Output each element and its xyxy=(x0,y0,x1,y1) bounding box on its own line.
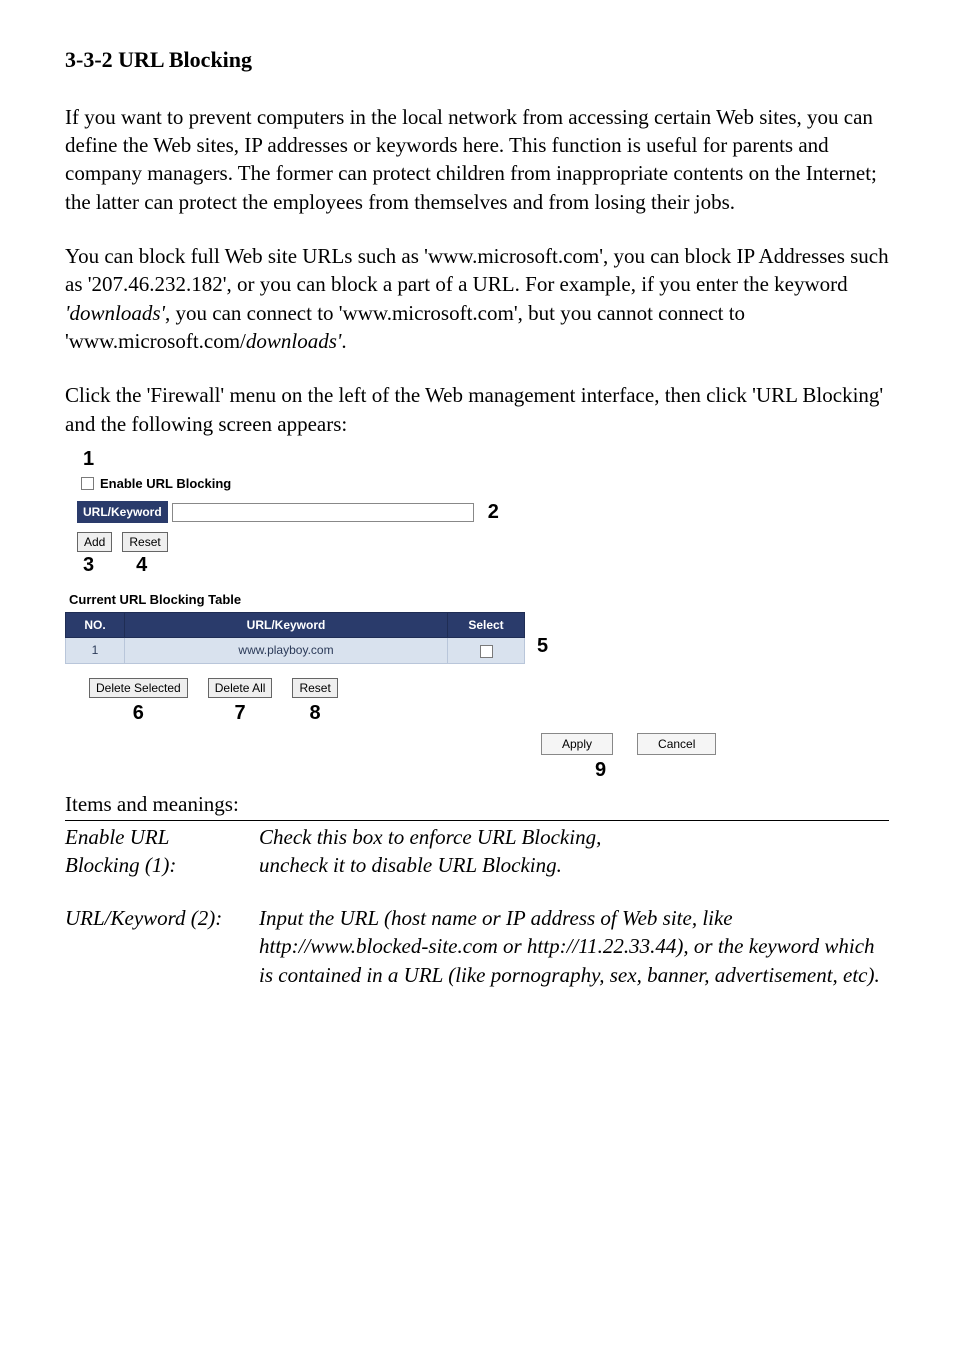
delete-selected-button[interactable]: Delete Selected xyxy=(89,678,188,698)
p2-a: You can block full Web site URLs such as… xyxy=(65,244,889,296)
p2-b: 'downloads' xyxy=(65,301,165,325)
def2-desc: Input the URL (host name or IP address o… xyxy=(259,904,889,989)
col-select: Select xyxy=(448,613,525,638)
col-url-keyword: URL/Keyword xyxy=(125,613,448,638)
p2-d: downloads' xyxy=(246,329,342,353)
table-title: Current URL Blocking Table xyxy=(65,591,745,609)
url-keyword-label: URL/Keyword xyxy=(77,501,168,523)
marker-4: 4 xyxy=(136,552,147,579)
intro-paragraph-1: If you want to prevent computers in the … xyxy=(65,103,889,216)
marker-1: 1 xyxy=(83,446,94,473)
marker-8: 8 xyxy=(310,700,321,727)
cancel-button[interactable]: Cancel xyxy=(637,733,716,755)
def2-term: URL/Keyword (2): xyxy=(65,904,259,989)
marker-6: 6 xyxy=(133,700,144,727)
items-heading: Items and meanings: xyxy=(65,790,889,821)
section-heading: 3-3-2 URL Blocking xyxy=(65,45,889,75)
cell-select xyxy=(448,638,525,663)
marker-2: 2 xyxy=(488,499,499,526)
marker-9: 9 xyxy=(595,757,606,784)
marker-7: 7 xyxy=(235,700,246,727)
table-row: 1 www.playboy.com xyxy=(66,638,525,663)
p2-c: , you can connect to 'www.microsoft.com'… xyxy=(65,301,745,353)
reset2-button[interactable]: Reset xyxy=(292,678,337,698)
intro-paragraph-2: You can block full Web site URLs such as… xyxy=(65,242,889,355)
cell-kw: www.playboy.com xyxy=(125,638,448,663)
definitions: Enable URL Blocking (1): Check this box … xyxy=(65,823,889,989)
row-select-checkbox[interactable] xyxy=(480,645,493,658)
enable-url-blocking-label: Enable URL Blocking xyxy=(100,475,231,493)
marker-5: 5 xyxy=(537,633,548,660)
url-blocking-table: NO. URL/Keyword Select 1 www.playboy.com xyxy=(65,612,525,663)
cell-no: 1 xyxy=(66,638,125,663)
apply-button[interactable]: Apply xyxy=(541,733,613,755)
url-blocking-ui: 1 Enable URL Blocking URL/Keyword 2 Add … xyxy=(65,446,745,784)
p2-e: . xyxy=(341,329,346,353)
delete-all-button[interactable]: Delete All xyxy=(208,678,273,698)
enable-url-blocking-checkbox[interactable] xyxy=(81,477,94,490)
marker-3: 3 xyxy=(83,552,94,579)
def1-term-a: Enable URL xyxy=(65,823,259,851)
add-button[interactable]: Add xyxy=(77,532,112,552)
def1-term-b: Blocking (1): xyxy=(65,851,259,879)
def1-desc-b: uncheck it to disable URL Blocking. xyxy=(259,851,889,879)
url-keyword-input[interactable] xyxy=(172,503,474,522)
def1-desc-a: Check this box to enforce URL Blocking, xyxy=(259,823,889,851)
reset-button[interactable]: Reset xyxy=(122,532,167,552)
col-no: NO. xyxy=(66,613,125,638)
intro-paragraph-3: Click the 'Firewall' menu on the left of… xyxy=(65,381,889,438)
